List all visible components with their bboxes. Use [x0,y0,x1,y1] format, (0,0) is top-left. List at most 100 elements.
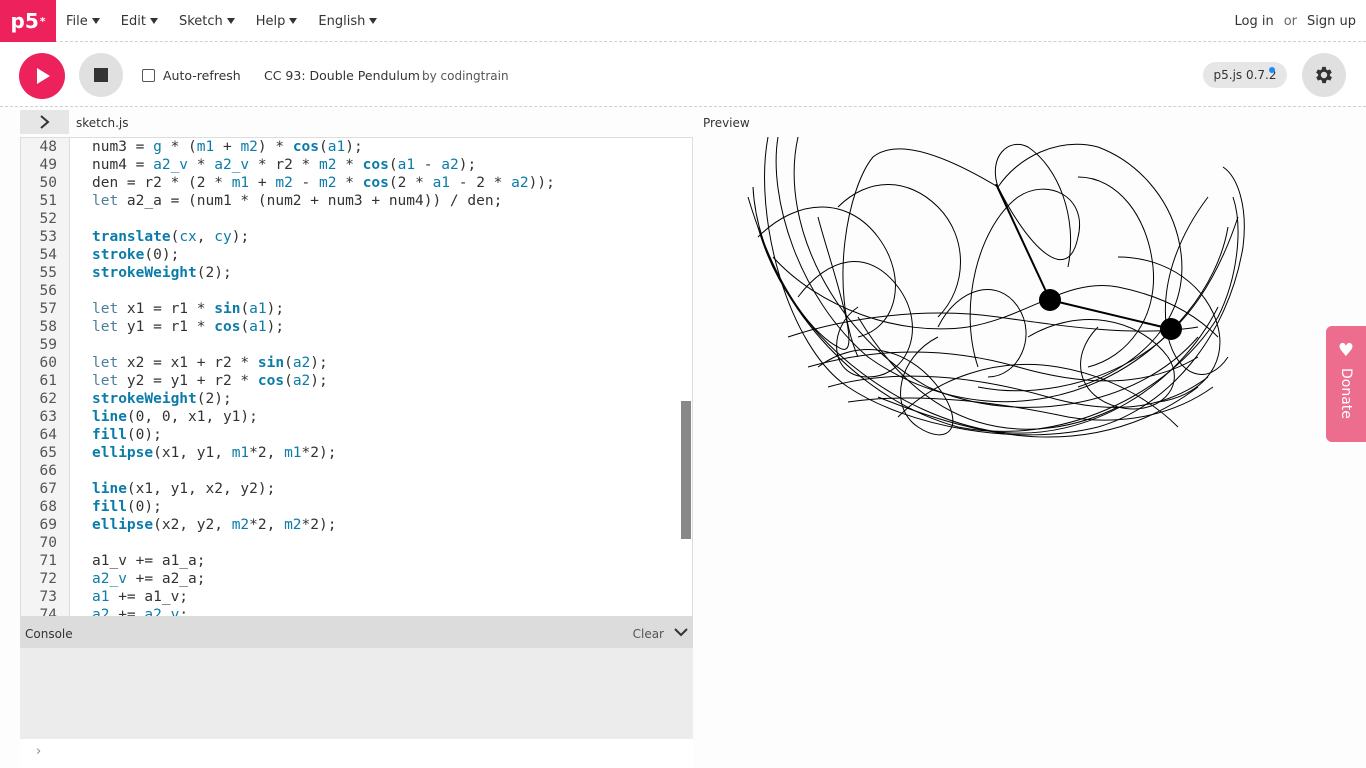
pendulum-bob-2 [1160,318,1182,340]
code-text: ellipse(x1, y1, m1*2, m1*2); [92,445,337,461]
code-line[interactable]: 48 num3 = g * (m1 + m2) * cos(a1); [21,138,555,156]
line-number: 74 [39,607,57,617]
code-line[interactable]: 73 a1 += a1_v; [21,588,555,606]
chevron-right-icon [39,115,50,129]
stop-button[interactable] [79,53,123,97]
toolbar: Auto-refresh CC 93: Double Pendulum by c… [0,43,1366,107]
version-label: p5.js 0.7.2 [1213,68,1277,82]
menu-sketch[interactable]: Sketch [179,14,235,29]
update-dot-icon [1269,67,1275,73]
code-line[interactable]: 56 [21,282,555,300]
code-text: num3 = g * (m1 + m2) * cos(a1); [92,139,363,155]
code-text: a2_v += a2_a; [92,571,206,587]
code-line[interactable]: 50 den = r2 * (2 * m1 + m2 - m2 * cos(2 *… [21,174,555,192]
preview-label: Preview [703,116,750,130]
code-text: fill(0); [92,499,162,515]
code-line[interactable]: 63 line(0, 0, x1, y1); [21,408,555,426]
code-line[interactable]: 58 let y1 = r1 * cos(a1); [21,318,555,336]
code-lines: 48 num3 = g * (m1 + m2) * cos(a1); 49 num4 … [21,138,555,617]
menu-sketch-label: Sketch [178,13,223,29]
line-number: 56 [39,283,57,299]
version-badge[interactable]: p5.js 0.7.2 [1203,62,1287,88]
line-number: 71 [39,553,57,569]
code-text: den = r2 * (2 * m1 + m2 - m2 * cos(2 * a… [92,175,555,191]
code-line[interactable]: 72 a2_v += a2_a; [21,570,555,588]
sketch-owner[interactable]: by codingtrain [422,69,509,83]
logo-asterisk: * [39,14,46,28]
line-number: 53 [39,229,57,245]
code-line[interactable]: 52 [21,210,555,228]
line-number: 55 [39,265,57,281]
pendulum-drawing [747,136,1245,438]
code-line[interactable]: 54 stroke(0); [21,246,555,264]
console-input[interactable]: › [20,739,693,768]
code-line[interactable]: 68 fill(0); [21,498,555,516]
gear-icon [1316,66,1332,84]
play-button[interactable] [19,53,65,99]
line-number: 70 [39,535,57,551]
menu-file[interactable]: File [66,14,100,29]
code-line[interactable]: 64 fill(0); [21,426,555,444]
code-line[interactable]: 62 strokeWeight(2); [21,390,555,408]
auto-refresh-toggle[interactable]: Auto-refresh [142,68,241,83]
file-tab[interactable]: sketch.js [76,116,128,130]
chevron-down-icon[interactable] [673,624,689,640]
console-clear-button[interactable]: Clear [633,627,664,641]
code-line[interactable]: 57 let x1 = r1 * sin(a1); [21,300,555,318]
or-text: or [1283,13,1298,29]
console-header: Console Clear [20,617,693,648]
console-output [20,648,693,739]
menu-help-label: Help [255,13,286,29]
code-line[interactable]: 69 ellipse(x2, y2, m2*2, m2*2); [21,516,555,534]
code-text: fill(0); [92,427,162,443]
line-number: 64 [39,427,57,443]
code-line[interactable]: 53 translate(cx, cy); [21,228,555,246]
heart-icon: ♥ [1337,340,1355,361]
sidebar-toggle-button[interactable] [20,110,69,134]
play-icon [37,68,50,84]
line-number: 52 [39,211,57,227]
code-line[interactable]: 51 let a2_a = (num1 * (num2 + num3 + num4… [21,192,555,210]
menu-edit[interactable]: Edit [121,14,158,29]
preview-canvas[interactable] [698,136,1298,487]
p5-logo[interactable]: p5 * [0,0,56,42]
code-line[interactable]: 60 let x2 = x1 + r2 * sin(a2); [21,354,555,372]
menu-language[interactable]: English [318,14,378,29]
code-line[interactable]: 49 num4 = a2_v * a2_v * r2 * m2 * cos(a1 … [21,156,555,174]
donate-tab[interactable]: ♥ Donate [1326,326,1366,442]
code-line[interactable]: 70 [21,534,555,552]
code-line[interactable]: 55 strokeWeight(2); [21,264,555,282]
line-number: 50 [39,175,57,191]
console-prompt-icon: › [36,744,42,759]
menu-help[interactable]: Help [256,14,298,29]
line-number: 60 [39,355,57,371]
code-line[interactable]: 71 a1_v += a1_a; [21,552,555,570]
code-editor[interactable]: 48 num3 = g * (m1 + m2) * cos(a1); 49 num4 … [20,137,693,617]
code-line[interactable]: 59 [21,336,555,354]
code-line[interactable]: 74 a2 += a2_v; [21,606,555,617]
code-line[interactable]: 66 [21,462,555,480]
code-text: stroke(0); [92,247,180,263]
line-number: 48 [39,139,57,155]
sketch-title[interactable]: CC 93: Double Pendulum [264,68,420,83]
signup-link[interactable]: Sign up [1307,14,1356,29]
chevron-down-icon [91,18,100,24]
code-text: strokeWeight(2); [92,265,232,281]
code-line[interactable]: 65 ellipse(x1, y1, m1*2, m1*2); [21,444,555,462]
pendulum-bob-1 [1039,289,1061,311]
code-line[interactable]: 61 let y2 = y1 + r2 * cos(a2); [21,372,555,390]
login-link[interactable]: Log in [1235,14,1274,29]
pendulum-arm-2 [1049,299,1172,330]
chevron-down-icon [149,18,158,24]
settings-button[interactable] [1302,53,1346,97]
code-text: a1 += a1_v; [92,589,189,605]
code-text: let y1 = r1 * cos(a1); [92,319,285,335]
line-number: 51 [39,193,57,209]
line-number: 67 [39,481,57,497]
line-number: 63 [39,409,57,425]
editor-scrollbar[interactable] [681,401,691,539]
code-line[interactable]: 67 line(x1, y1, x2, y2); [21,480,555,498]
line-number: 65 [39,445,57,461]
menu-edit-label: Edit [120,13,146,29]
auto-refresh-checkbox[interactable] [142,69,155,82]
